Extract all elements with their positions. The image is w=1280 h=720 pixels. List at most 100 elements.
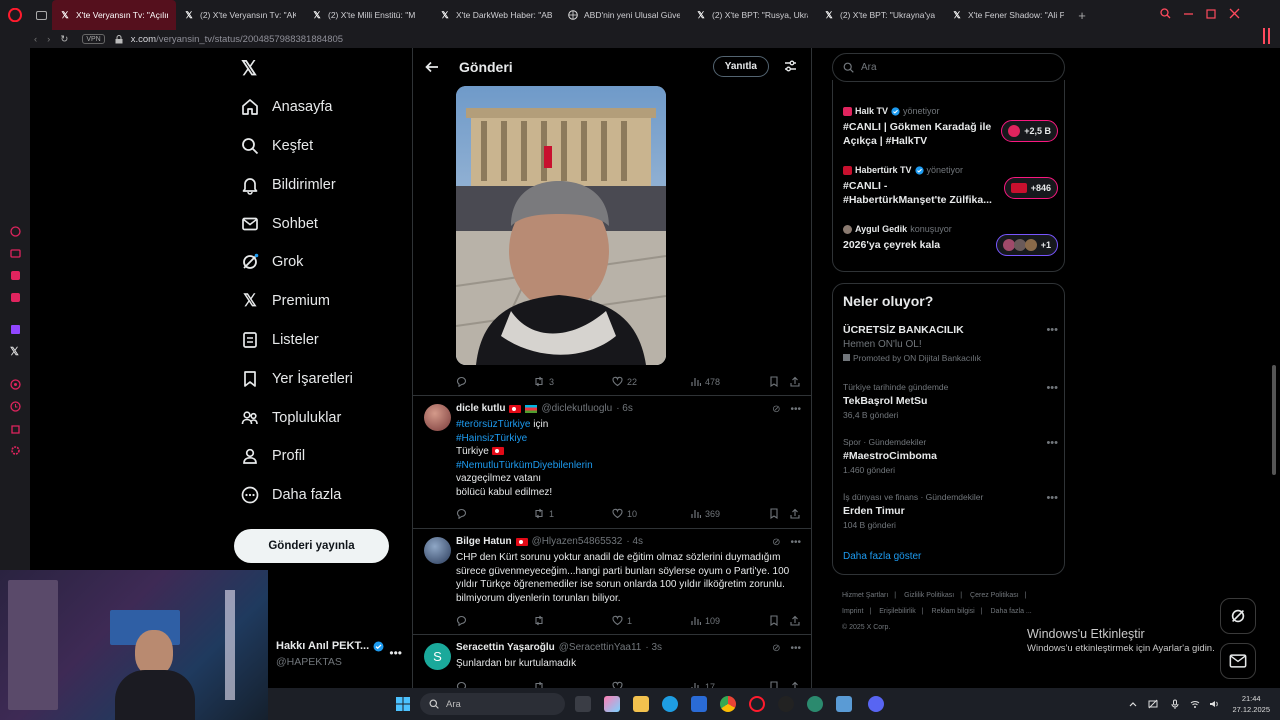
bookmark-action[interactable] bbox=[769, 681, 779, 688]
copilot-icon[interactable] bbox=[604, 696, 620, 712]
minimize-icon[interactable] bbox=[1183, 8, 1194, 19]
tab-0[interactable]: 𝕏 X'te Veryansın Tv: "Açılıma bbox=[52, 0, 176, 30]
app-icon[interactable] bbox=[836, 696, 852, 712]
author-handle[interactable]: @Hlyazen54865532 bbox=[532, 536, 623, 547]
wifi-icon[interactable] bbox=[1190, 699, 1200, 709]
nav-item-communities[interactable]: Topluluklar bbox=[240, 403, 341, 433]
footer-link-ads[interactable]: Reklam bilgisi bbox=[932, 608, 975, 615]
repost-action[interactable]: 3 bbox=[533, 376, 554, 387]
nav-item-grok[interactable]: Grok bbox=[240, 247, 303, 277]
music-icon[interactable] bbox=[10, 292, 21, 303]
app-icon[interactable] bbox=[807, 696, 823, 712]
footer-link-privacy[interactable]: Gizlilik Politikası bbox=[904, 592, 954, 599]
tab-1[interactable]: 𝕏 (2) X'te Veryansın Tv: "AK bbox=[176, 0, 304, 30]
extensions-icon[interactable] bbox=[10, 423, 21, 434]
nav-item-chat[interactable]: Sohbet bbox=[240, 209, 318, 239]
share-action[interactable] bbox=[790, 681, 800, 688]
tab-3[interactable]: 𝕏 X'te DarkWeb Haber: "AB bbox=[432, 0, 560, 30]
search-tabs-icon[interactable] bbox=[1160, 8, 1171, 19]
tab-5[interactable]: 𝕏 (2) X'te BPT: "Rusya, Ukra bbox=[688, 0, 816, 30]
reply-action[interactable] bbox=[456, 615, 471, 626]
restore-icon[interactable] bbox=[1206, 8, 1217, 19]
twitch-icon[interactable] bbox=[10, 324, 21, 335]
trend-item[interactable]: İş dünyası ve finans · Gündemdekiler Erd… bbox=[843, 492, 1058, 530]
live-item[interactable]: Aygul Gedik konuşuyor 2026'ya çeyrek kala… bbox=[843, 224, 1058, 256]
discord-icon[interactable] bbox=[868, 696, 884, 712]
like-action[interactable]: 1 bbox=[612, 615, 632, 626]
messenger-icon[interactable] bbox=[10, 270, 21, 281]
chevron-up-icon[interactable] bbox=[1128, 699, 1138, 709]
account-switcher[interactable]: Hakkı Anıl PEKT... @HAPEKTAS ••• bbox=[276, 640, 416, 676]
nav-item-explore[interactable]: Keşfet bbox=[240, 131, 313, 161]
live-listeners-pill[interactable]: +1 bbox=[995, 234, 1058, 256]
nav-item-home[interactable]: Anasayfa bbox=[240, 92, 332, 122]
search-input[interactable]: Ara bbox=[832, 53, 1065, 82]
hashtag-link[interactable]: #terörsüzTürkiye bbox=[456, 419, 530, 430]
views-action[interactable]: 109 bbox=[691, 615, 720, 626]
grok-icon[interactable]: ⊘ bbox=[772, 537, 780, 548]
app-icon[interactable] bbox=[778, 696, 794, 712]
network-off-icon[interactable] bbox=[1148, 699, 1158, 709]
url-field[interactable]: x.com/veryansin_tv/status/20048579883818… bbox=[131, 34, 343, 45]
reply-action[interactable] bbox=[456, 376, 471, 387]
grok-icon[interactable]: ⊘ bbox=[772, 404, 780, 415]
volume-icon[interactable] bbox=[1209, 699, 1219, 709]
views-action[interactable]: 369 bbox=[691, 508, 720, 519]
taskbar-search[interactable]: Ara bbox=[420, 693, 565, 715]
nav-item-premium[interactable]: 𝕏 Premium bbox=[240, 286, 330, 316]
share-action[interactable] bbox=[790, 508, 800, 519]
x-logo-icon[interactable]: 𝕏 bbox=[241, 56, 257, 81]
tab-7[interactable]: 𝕏 X'te Fener Shadow: "Ali Pa bbox=[944, 0, 1072, 30]
footer-link-terms[interactable]: Hizmet Şartları bbox=[842, 592, 888, 599]
tune-icon[interactable] bbox=[784, 60, 797, 72]
author-name[interactable]: Bilge Hatun bbox=[456, 536, 512, 547]
vpn-badge[interactable]: VPN bbox=[82, 34, 105, 44]
bookmark-action[interactable] bbox=[769, 508, 779, 519]
tab-4[interactable]: ABD'nin yeni Ulusal Güven bbox=[560, 0, 688, 30]
like-action[interactable] bbox=[612, 681, 623, 688]
tab-2[interactable]: 𝕏 (2) X'te Milli Enstitü: "M bbox=[304, 0, 432, 30]
more-icon[interactable]: ••• bbox=[790, 537, 801, 548]
avatar[interactable]: S bbox=[424, 643, 451, 670]
nav-item-more[interactable]: Daha fazla bbox=[240, 480, 341, 510]
reply-action[interactable] bbox=[456, 681, 467, 688]
repost-action[interactable] bbox=[533, 615, 549, 626]
views-action[interactable]: 478 bbox=[691, 376, 720, 387]
grok-icon[interactable]: ⊘ bbox=[772, 643, 780, 654]
tweet-time[interactable]: · 6s bbox=[616, 403, 633, 414]
bookmark-action[interactable] bbox=[769, 376, 779, 387]
windows-start-icon[interactable] bbox=[396, 697, 410, 711]
file-explorer-icon[interactable] bbox=[633, 696, 649, 712]
close-icon[interactable] bbox=[1229, 8, 1240, 19]
author-name[interactable]: dicle kutlu bbox=[456, 403, 505, 414]
hashtag-link[interactable]: #HainsizTürkiye bbox=[456, 433, 527, 444]
repost-action[interactable]: 1 bbox=[533, 508, 554, 519]
tweet-time[interactable]: · 4s bbox=[626, 536, 643, 547]
bookmark-action[interactable] bbox=[769, 615, 779, 626]
history-icon[interactable] bbox=[10, 401, 21, 412]
repost-action[interactable] bbox=[533, 681, 545, 688]
trend-item[interactable]: Spor · Gündemdekiler #MaestroCimboma 1.4… bbox=[843, 437, 1058, 475]
tweet-time[interactable]: · 3s bbox=[645, 642, 662, 653]
grok-fab-button[interactable] bbox=[1220, 598, 1256, 634]
more-icon[interactable]: ••• bbox=[1046, 382, 1058, 394]
author-handle[interactable]: @SeracettinYaa11 bbox=[559, 642, 642, 653]
hashtag-link[interactable]: #NemutluTürkümDiyebilenlerin bbox=[456, 460, 593, 471]
more-icon[interactable]: ••• bbox=[1046, 324, 1058, 336]
footer-link-imprint[interactable]: Imprint bbox=[842, 608, 863, 615]
nav-item-notifications[interactable]: Bildirimler bbox=[240, 170, 336, 200]
post-photo[interactable] bbox=[456, 86, 666, 365]
nav-item-bookmarks[interactable]: Yer İşaretleri bbox=[240, 364, 353, 394]
settings-icon[interactable] bbox=[10, 445, 21, 456]
avatar[interactable] bbox=[424, 537, 451, 564]
live-item[interactable]: Habertürk TV yönetiyor #CANLI - #Habertür… bbox=[843, 165, 1058, 207]
more-icon[interactable]: ••• bbox=[1046, 492, 1058, 504]
clock[interactable]: 21:44 27.12.2025 bbox=[1232, 693, 1270, 715]
back-arrow-icon[interactable] bbox=[425, 61, 439, 73]
views-action[interactable]: 17 bbox=[691, 681, 715, 688]
more-icon[interactable]: ••• bbox=[389, 646, 402, 660]
footer-link-accessibility[interactable]: Erişilebilirlik bbox=[879, 608, 916, 615]
show-more-link[interactable]: Daha fazla göster bbox=[843, 551, 921, 562]
reply-action[interactable] bbox=[456, 508, 471, 519]
x-icon[interactable]: 𝕏 bbox=[10, 345, 19, 358]
